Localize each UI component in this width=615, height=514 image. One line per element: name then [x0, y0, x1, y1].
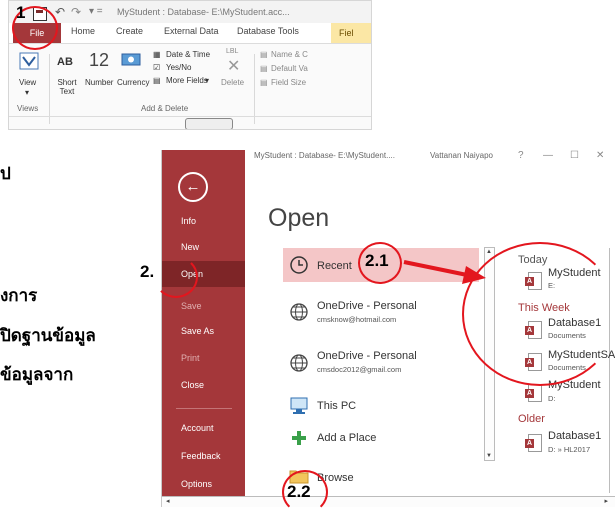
currency-icon — [121, 53, 141, 66]
view-button[interactable]: View — [19, 78, 36, 87]
thai-line-4: ข้อมูลจาก — [0, 365, 74, 385]
group-add-delete-label: Add & Delete — [141, 104, 189, 113]
delete-label-icon: LBL — [226, 48, 239, 55]
this-pc-label[interactable]: This PC — [317, 400, 356, 412]
access-file-icon: A — [525, 434, 542, 452]
globe-icon — [290, 303, 308, 321]
sidebar-item-print[interactable]: Print — [181, 353, 200, 363]
ribbon-tabs: File Home Create External Data Database … — [9, 23, 371, 44]
recent-file-path: D: » HL2017 — [548, 445, 591, 454]
maximize-icon[interactable]: ☐ — [570, 150, 579, 161]
sidebar-item-account[interactable]: Account — [181, 423, 214, 433]
delete-icon: ✕ — [227, 58, 241, 75]
default-value-icon: ▤ — [260, 64, 268, 73]
step21-label: 2.1 — [365, 251, 389, 270]
thai-line-3: ปิดฐานข้อมูล — [0, 326, 96, 346]
calendar-icon: ▦ — [153, 50, 161, 59]
backstage-sidebar: ← Info New Open Save Save As Print Close… — [162, 150, 245, 507]
sidebar-item-feedback[interactable]: Feedback — [181, 451, 221, 461]
tab-home[interactable]: Home — [71, 26, 95, 36]
signed-in-user[interactable]: Vattanan Naiyapo — [430, 151, 493, 160]
step22-label: 2.2 — [287, 482, 311, 501]
onedrive-2-label[interactable]: OneDrive - Personal — [317, 350, 417, 362]
tab-create[interactable]: Create — [116, 26, 143, 36]
horizontal-scrollbar[interactable]: ◂ ▸ — [162, 496, 615, 507]
access-file-icon: A — [525, 384, 542, 402]
short-text-icon: AB — [57, 56, 73, 68]
ribbon-body: View ▾ AB Short Text 12 Number Currency … — [9, 44, 371, 129]
sidebar-item-new[interactable]: New — [181, 242, 199, 252]
backstage-title: MyStudent : Database- E:\MyStudent.... — [254, 151, 395, 160]
tab-fields[interactable]: Fiel — [331, 23, 371, 43]
recent-file-name[interactable]: Database1 — [548, 430, 601, 442]
add-place-label[interactable]: Add a Place — [317, 432, 376, 444]
date-time-button[interactable]: Date & Time — [166, 50, 210, 59]
undo-icon[interactable]: ↶ — [55, 5, 65, 19]
table-tab-fragment — [185, 118, 233, 129]
close-window-icon[interactable]: ✕ — [596, 150, 604, 161]
customize-dropdown-icon[interactable]: ▾ = — [89, 6, 103, 17]
recent-label: Recent — [317, 260, 352, 272]
step1-label: 1 — [16, 3, 26, 22]
back-arrow-icon[interactable]: ← — [178, 172, 208, 202]
sidebar-item-info[interactable]: Info — [181, 216, 196, 226]
ribbon-screenshot: ↶ ↷ ▾ = MyStudent : Database- E:\MyStude… — [8, 0, 372, 130]
number-icon: 12 — [89, 50, 110, 70]
computer-icon — [290, 397, 308, 414]
sidebar-item-close[interactable]: Close — [181, 380, 204, 390]
minimize-icon[interactable]: — — [543, 150, 553, 161]
short-text-button[interactable]: Short Text — [53, 78, 81, 96]
name-caption-icon: ▤ — [260, 50, 268, 59]
step2-circle — [154, 256, 198, 298]
onedrive-1-label[interactable]: OneDrive - Personal — [317, 300, 417, 312]
sidebar-item-options[interactable]: Options — [181, 479, 212, 489]
tab-database-tools[interactable]: Database Tools — [237, 26, 299, 36]
window-title: MyStudent : Database- E:\MyStudent.acc..… — [117, 7, 290, 17]
field-size-icon: ▤ — [260, 78, 268, 87]
more-fields-dropdown-icon[interactable]: ▾ — [205, 76, 209, 85]
help-button[interactable]: ? — [518, 150, 524, 161]
onedrive-2-email: cmsdoc2012@gmail.com — [317, 365, 402, 374]
redo-icon[interactable]: ↷ — [71, 5, 81, 19]
yes-no-button[interactable]: Yes/No — [166, 63, 192, 72]
recent-file-path: D: — [548, 394, 556, 403]
default-value-button[interactable]: Default Va — [271, 64, 308, 73]
thai-line-1: ป — [0, 164, 11, 184]
view-icon — [19, 52, 39, 70]
thai-line-2: งการ — [0, 286, 38, 306]
globe-icon — [290, 354, 308, 372]
page-title: Open — [268, 204, 330, 232]
recent-files-circle — [462, 242, 615, 386]
number-button[interactable]: Number — [85, 78, 113, 87]
sidebar-item-save[interactable]: Save — [181, 301, 202, 311]
delete-button[interactable]: Delete — [221, 78, 244, 87]
section-older: Older — [518, 413, 545, 425]
more-fields-icon: ▤ — [153, 76, 161, 85]
name-caption-button[interactable]: Name & C — [271, 50, 308, 59]
onedrive-1-email: cmsknow@hotmail.com — [317, 315, 397, 324]
currency-button[interactable]: Currency — [117, 78, 149, 87]
tab-external-data[interactable]: External Data — [164, 26, 219, 36]
view-dropdown-icon[interactable]: ▾ — [25, 88, 29, 97]
group-views-label: Views — [17, 104, 39, 113]
plus-icon — [292, 431, 306, 445]
field-size-button[interactable]: Field Size — [271, 78, 306, 87]
step2-label: 2. — [140, 262, 155, 281]
quick-access-toolbar: ↶ ↷ ▾ = MyStudent : Database- E:\MyStude… — [9, 1, 371, 23]
checkbox-icon: ☑ — [153, 63, 161, 72]
more-fields-button[interactable]: More Fields — [166, 76, 208, 85]
sidebar-item-save-as[interactable]: Save As — [181, 326, 214, 336]
clock-icon — [290, 256, 308, 274]
